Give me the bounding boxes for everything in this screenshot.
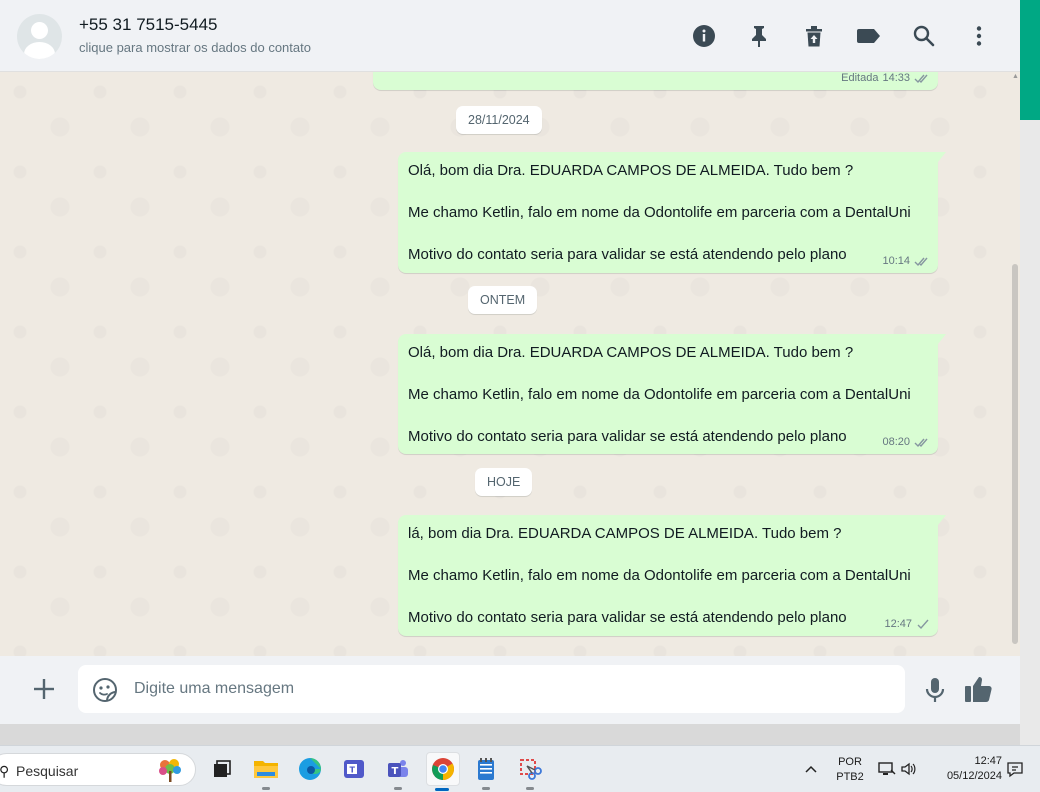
file-explorer-icon[interactable] [251, 754, 281, 790]
whatsapp-window: +55 31 7515-5445 clique para mostrar os … [0, 0, 1020, 724]
taskbar-search-label: Pesquisar [16, 763, 79, 779]
message-time: 10:14 [882, 255, 910, 267]
scrollbar-thumb[interactable] [1012, 264, 1018, 644]
message-text-line: Me chamo Ketlin, falo em nome da Odontol… [408, 386, 911, 403]
running-indicator [526, 787, 534, 790]
search-highlight-tree-icon[interactable] [156, 757, 184, 783]
message-text-line: Olá, bom dia Dra. EDUARDA CAMPOS DE ALME… [408, 344, 854, 361]
message-input-box[interactable] [78, 665, 905, 713]
keyboard-layout: PTB2 [836, 771, 864, 783]
message-time: 12:47 [884, 618, 912, 630]
chrome-icon[interactable] [426, 752, 460, 791]
svg-text:T: T [350, 766, 356, 775]
running-indicator [394, 787, 402, 790]
message-text-line: Motivo do contato seria para validar se … [408, 609, 847, 626]
taskbar-search[interactable]: ⚲ Pesquisar [0, 753, 196, 786]
message-input[interactable] [134, 675, 874, 703]
svg-text:T: T [392, 766, 399, 777]
sticker-icon[interactable] [92, 677, 118, 703]
message-bubble-previous[interactable]: Editada 14:33 [373, 72, 938, 90]
message-text-line: Olá, bom dia Dra. EDUARDA CAMPOS DE ALME… [408, 162, 854, 179]
windows-taskbar: ⚲ Pesquisar T T POR PTB2 12:47 05/12/202… [0, 745, 1040, 792]
volume-icon[interactable] [900, 760, 918, 778]
message-list[interactable]: Editada 14:33 28/11/2024 Olá, bom dia Dr… [0, 72, 1010, 656]
message-text-line: Motivo do contato seria para validar se … [408, 246, 847, 263]
message-bubble[interactable]: lá, bom dia Dra. EDUARDA CAMPOS DE ALMEI… [398, 515, 946, 636]
message-meta: 10:14 [882, 255, 930, 267]
delete-icon[interactable] [800, 22, 828, 50]
thumbs-up-icon[interactable] [963, 674, 995, 704]
snipping-tool-icon[interactable] [515, 754, 545, 790]
scroll-up-arrow-icon[interactable]: ▲ [1012, 73, 1019, 80]
task-view-icon[interactable] [207, 754, 237, 784]
message-time: 08:20 [882, 436, 910, 448]
clock-time: 12:47 [974, 755, 1002, 767]
avatar-head-shape [31, 22, 48, 39]
search-magnifier-icon: ⚲ [0, 763, 10, 779]
contact-name[interactable]: +55 31 7515-5445 [79, 15, 218, 35]
date-chip: ONTEM [468, 286, 538, 314]
message-composer [0, 656, 1020, 724]
running-indicator [262, 787, 270, 790]
edited-label: Editada [841, 72, 879, 84]
menu-icon[interactable] [965, 22, 993, 50]
date-chip: HOJE [475, 468, 533, 496]
message-meta: 12:47 [884, 618, 930, 630]
double-check-icon [914, 74, 928, 83]
message-text-line: lá, bom dia Dra. EDUARDA CAMPOS DE ALMEI… [408, 525, 842, 542]
message-meta: Editada 14:33 [841, 72, 930, 84]
running-indicator [482, 787, 490, 790]
label-icon[interactable] [855, 22, 883, 50]
clock-date: 05/12/2024 [946, 770, 1002, 782]
network-icon[interactable] [878, 760, 896, 778]
microphone-icon[interactable] [922, 676, 948, 704]
teams-icon[interactable]: T [383, 754, 413, 790]
attach-plus-icon[interactable] [30, 675, 58, 703]
show-hidden-icons-chevron-icon[interactable] [803, 761, 819, 777]
notifications-icon[interactable] [1006, 760, 1024, 778]
pin-icon[interactable] [745, 22, 773, 50]
info-icon[interactable] [690, 22, 718, 50]
background-window-edge [1020, 0, 1040, 745]
running-indicator [435, 788, 449, 791]
language-indicator[interactable]: POR PTB2 [832, 755, 868, 785]
edge-icon[interactable] [295, 754, 325, 784]
contact-avatar[interactable] [17, 14, 62, 59]
search-icon[interactable] [910, 22, 938, 50]
chat-scrollbar[interactable]: ▲ [1010, 72, 1020, 656]
chat-header: +55 31 7515-5445 clique para mostrar os … [0, 0, 1020, 72]
double-check-icon [914, 438, 928, 447]
date-chip: 28/11/2024 [456, 106, 542, 134]
message-text-line: Me chamo Ketlin, falo em nome da Odontol… [408, 204, 911, 221]
contact-subtitle[interactable]: clique para mostrar os dados do contato [79, 40, 311, 55]
message-time: 14:33 [882, 72, 910, 84]
avatar-body-shape [24, 42, 55, 59]
message-text-line: Motivo do contato seria para validar se … [408, 428, 847, 445]
background-window-accent [1020, 0, 1040, 120]
language-code: POR [838, 756, 862, 768]
double-check-icon [914, 257, 928, 266]
teams-classic-icon[interactable]: T [339, 754, 369, 784]
message-bubble[interactable]: Olá, bom dia Dra. EDUARDA CAMPOS DE ALME… [398, 334, 946, 454]
taskbar-clock[interactable]: 12:47 05/12/2024 [932, 754, 1002, 784]
message-bubble[interactable]: Olá, bom dia Dra. EDUARDA CAMPOS DE ALME… [398, 152, 946, 273]
notepad-icon[interactable] [471, 754, 501, 790]
single-check-icon [917, 619, 929, 629]
message-text-line: Me chamo Ketlin, falo em nome da Odontol… [408, 567, 911, 584]
message-meta: 08:20 [882, 436, 930, 448]
